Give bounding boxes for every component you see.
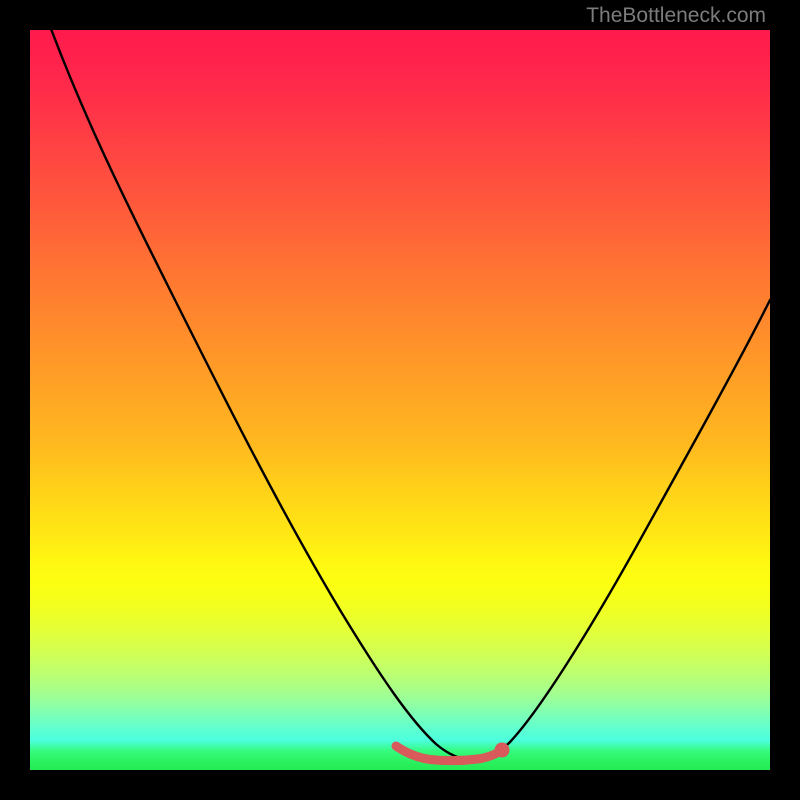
plot-area bbox=[30, 30, 770, 770]
watermark-text: TheBottleneck.com bbox=[586, 4, 766, 28]
curve-layer bbox=[30, 30, 770, 770]
accent-endpoint-dot bbox=[495, 743, 510, 758]
mismatch-curve bbox=[30, 30, 770, 760]
